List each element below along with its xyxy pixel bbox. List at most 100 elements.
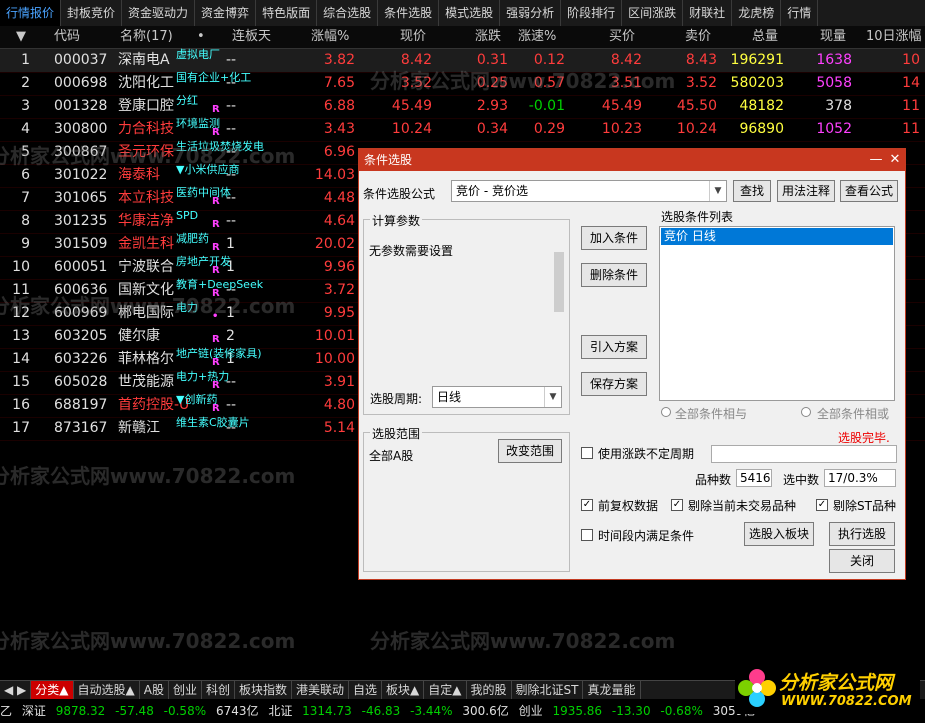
chevron-down-icon[interactable]: ▼	[709, 181, 726, 201]
bottom-tab[interactable]: 分类▲	[31, 681, 74, 699]
delete-condition-button[interactable]: 删除条件	[581, 263, 647, 287]
top-tab[interactable]: 资金博弈	[195, 0, 257, 26]
no-params-text: 无参数需要设置	[369, 244, 454, 258]
cell-code: 000037	[54, 52, 108, 68]
logo-cn: 分析家公式网	[779, 672, 894, 694]
cell-n: 3	[21, 98, 30, 114]
calc-params-group: 计算参数 无参数需要设置 选股周期: 日线 ▼	[363, 212, 570, 415]
table-row[interactable]: 2 000698 沈阳化工 -- 7.65 3.52 0.25 0.57 3.51 3.52 580…	[0, 71, 925, 96]
cell-code: 301022	[54, 167, 108, 183]
chevron-down-icon[interactable]: ▼	[544, 387, 561, 407]
radio-and[interactable]	[661, 407, 671, 417]
close-icon[interactable]: ✕	[886, 149, 904, 171]
col-lianban[interactable]: 连板天	[232, 26, 271, 48]
col-maichu[interactable]: 卖价	[685, 26, 711, 48]
add-condition-button[interactable]: 加入条件	[581, 226, 647, 250]
time-cond-checkbox[interactable]	[581, 529, 593, 541]
bz-amount: 300.6亿	[462, 704, 509, 718]
flower-logo-icon	[738, 669, 776, 707]
remove-untrade-checkbox[interactable]: ✓	[671, 499, 683, 511]
bottom-tab[interactable]: 我的股	[467, 681, 512, 699]
top-tab[interactable]: 强弱分析	[500, 0, 562, 26]
col-code[interactable]: 代码	[54, 26, 80, 48]
col-xianjia[interactable]: 现价	[400, 26, 426, 48]
cell-xj: 8.42	[400, 52, 432, 68]
top-tab[interactable]: 行情	[781, 0, 819, 26]
remove-st-checkbox[interactable]: ✓	[816, 499, 828, 511]
top-tab[interactable]: 模式选股	[439, 0, 501, 26]
col-name[interactable]: 名称(17)	[120, 26, 173, 48]
bottom-tab[interactable]: 自动选股▲	[74, 681, 140, 699]
cell-zs: -0.01	[528, 98, 565, 114]
zd-period-field[interactable]	[711, 445, 897, 463]
cond-listbox[interactable]: 竞价 日线	[659, 226, 895, 401]
use-zd-checkbox[interactable]	[581, 447, 593, 459]
bottom-tab[interactable]: 港美联动	[292, 681, 350, 699]
col-zhangfu[interactable]: 涨幅%	[311, 26, 349, 48]
top-tab[interactable]: 特色版面	[256, 0, 318, 26]
top-tab[interactable]: 条件选股	[378, 0, 440, 26]
cell-buy: 45.49	[601, 98, 642, 114]
col-zhangsu[interactable]: 涨速%	[518, 26, 556, 48]
top-tab[interactable]: 财联社	[683, 0, 733, 26]
sort-arrow-icon[interactable]: ▼	[16, 26, 26, 48]
view-formula-button[interactable]: 查看公式	[840, 180, 898, 202]
cell-zs: 0.12	[533, 52, 565, 68]
top-tab[interactable]: 区间涨跌	[622, 0, 684, 26]
bottom-tab[interactable]: 板块指数	[235, 681, 293, 699]
bottom-tab[interactable]: 创业	[169, 681, 202, 699]
col-mai[interactable]: 买价	[609, 26, 635, 48]
top-tab[interactable]: 资金驱动力	[122, 0, 196, 26]
top-tab[interactable]: 综合选股	[317, 0, 379, 26]
concept-tag: 生活垃圾焚烧发电	[176, 140, 264, 153]
table-row[interactable]: 3 001328 登康口腔 -- 6.88 45.49 2.93 -0.01 45.49 45.5…	[0, 94, 925, 119]
scroll-thumb[interactable]	[554, 252, 564, 312]
top-tab[interactable]: 龙虎榜	[732, 0, 782, 26]
top-tab[interactable]: 行情报价	[0, 0, 62, 26]
import-plan-button[interactable]: 引入方案	[581, 335, 647, 359]
col-shiri[interactable]: 10日涨幅	[866, 26, 922, 48]
top-tab[interactable]: 封板竞价	[61, 0, 123, 26]
cond-list-item[interactable]: 竞价 日线	[661, 228, 893, 245]
execute-button[interactable]: 执行选股	[829, 522, 895, 546]
condition-select-dialog: 条件选股 — ✕ 条件选股公式 竞价 - 竞价选 ▼ 查找 用法注释 查看公式 …	[358, 148, 906, 580]
cell-code: 301065	[54, 190, 108, 206]
formula-combo[interactable]: 竞价 - 竞价选 ▼	[451, 180, 727, 202]
change-range-button[interactable]: 改变范围	[498, 439, 562, 463]
bottom-tab[interactable]: 自选	[349, 681, 383, 699]
bottom-tab[interactable]: 板块▲	[382, 681, 425, 699]
cell-zs: 0.57	[533, 75, 565, 91]
save-plan-button[interactable]: 保存方案	[581, 372, 647, 396]
top-tab-bar: 行情报价 封板竞价 资金驱动力 资金博弈 特色版面 综合选股 条件选股 模式选股 强弱分析 阶段排…	[0, 0, 925, 27]
usage-button[interactable]: 用法注释	[777, 180, 835, 202]
close-button[interactable]: 关闭	[829, 549, 895, 573]
table-row[interactable]: 4 300800 力合科技 -- 3.43 10.24 0.34 0.29 10.23 10.24…	[0, 117, 925, 142]
bottom-tab[interactable]: 剔除北证ST	[512, 681, 584, 699]
watermark: 分析家公式网www.70822.com	[370, 629, 676, 653]
sz-label: 深证	[21, 704, 46, 718]
params-scrollbar[interactable]	[552, 238, 566, 358]
period-combo[interactable]: 日线 ▼	[432, 386, 562, 408]
cell-zf: 20.02	[314, 236, 355, 252]
concept-tag: 电力	[176, 301, 198, 314]
cell-sr: 11	[902, 98, 920, 114]
cell-zf: 10.00	[314, 351, 355, 367]
find-button[interactable]: 查找	[733, 180, 771, 202]
nav-arrows-icon[interactable]: ◀ ▶	[0, 681, 32, 699]
dialog-title[interactable]: 条件选股	[359, 149, 905, 171]
top-tab[interactable]: 阶段排行	[561, 0, 623, 26]
col-xianliang[interactable]: 现量	[820, 26, 846, 48]
pre-adj-checkbox[interactable]: ✓	[581, 499, 593, 511]
radio-or[interactable]	[801, 407, 811, 417]
cell-n: 7	[21, 190, 30, 206]
table-row[interactable]: 1 000037 深南电A -- 3.82 8.42 0.31 0.12 8.42 8.43 196…	[0, 48, 925, 73]
bottom-tab[interactable]: 自定▲	[424, 681, 467, 699]
bottom-tab[interactable]: A股	[140, 681, 169, 699]
col-zongliang[interactable]: 总量	[752, 26, 778, 48]
bottom-tab[interactable]: 科创	[202, 681, 235, 699]
col-zhangdie[interactable]: 涨跌	[475, 26, 501, 48]
minimize-icon[interactable]: —	[867, 149, 885, 171]
bottom-tab[interactable]: 真龙量能	[583, 681, 641, 699]
to-block-button[interactable]: 选股入板块	[744, 522, 814, 546]
cell-sell: 45.50	[676, 98, 717, 114]
